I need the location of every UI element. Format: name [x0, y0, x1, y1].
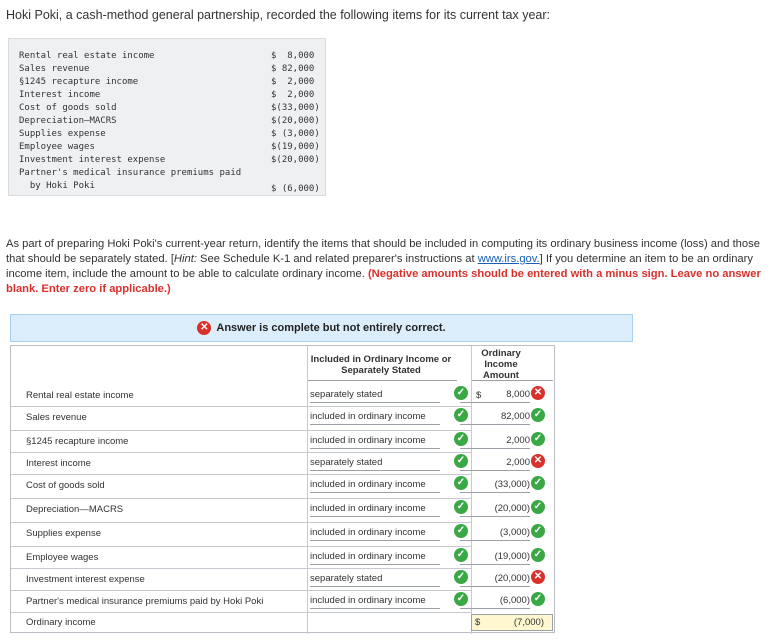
check-icon: ✓ — [531, 548, 545, 562]
row-separator — [11, 612, 471, 613]
classification-select[interactable]: included in ordinary income — [310, 527, 440, 541]
item-value: $ 2,000 — [271, 90, 315, 100]
classification-select[interactable]: included in ordinary income — [310, 411, 440, 425]
item-label: by Hoki Poki — [19, 181, 95, 191]
answer-table: Included in Ordinary Income or Separatel… — [10, 345, 555, 634]
check-icon: ✓ — [531, 432, 545, 446]
x-icon: ✕ — [197, 321, 212, 335]
classification-select[interactable]: included in ordinary income — [310, 503, 440, 517]
row-separator — [11, 430, 471, 431]
classification-select[interactable]: separately stated — [310, 573, 440, 587]
item-label: Partner's medical insurance premiums pai… — [19, 168, 242, 178]
row-label: Investment interest expense — [26, 574, 145, 585]
amount-input[interactable]: (33,000) — [460, 479, 530, 493]
item-value: $(19,000) — [271, 142, 320, 152]
col-header-amount: Ordinary Income Amount — [481, 348, 521, 381]
item-value: $(20,000) — [271, 155, 320, 165]
row-separator — [11, 522, 471, 523]
row-separator — [11, 498, 471, 499]
amount-input[interactable]: 2,000 — [460, 435, 530, 449]
amount-input[interactable]: (3,000) — [460, 527, 530, 541]
row-label: §1245 recapture income — [26, 436, 129, 447]
row-label: Cost of goods sold — [26, 480, 105, 491]
header-underline — [307, 380, 457, 381]
amount-input[interactable]: 82,000 — [460, 411, 530, 425]
item-value: $(33,000) — [271, 103, 320, 113]
total-label: Ordinary income — [26, 617, 96, 628]
check-icon: ✓ — [531, 592, 545, 606]
row-separator — [11, 568, 471, 569]
row-label: Employee wages — [26, 552, 99, 563]
col-header-classification: Included in Ordinary Income or Separatel… — [310, 354, 452, 376]
item-value: $ 2,000 — [271, 77, 315, 87]
classification-select[interactable]: included in ordinary income — [310, 479, 440, 493]
item-label: Employee wages — [19, 142, 95, 152]
item-label: §1245 recapture income — [19, 77, 139, 87]
amount-input[interactable]: (6,000) — [460, 595, 530, 609]
row-separator — [11, 590, 471, 591]
row-separator — [11, 474, 471, 475]
row-label: Rental real estate income — [26, 390, 134, 401]
row-label: Sales revenue — [26, 412, 87, 423]
amount-input[interactable]: (20,000) — [460, 573, 530, 587]
check-icon: ✓ — [531, 476, 545, 490]
instructions: As part of preparing Hoki Poki's current… — [6, 237, 766, 297]
check-icon: ✓ — [531, 408, 545, 422]
item-label: Investment interest expense — [19, 155, 166, 165]
item-label: Sales revenue — [19, 64, 90, 74]
irs-link[interactable]: www.irs.gov. — [478, 253, 540, 265]
total-amount: (7,000) — [513, 617, 544, 628]
classification-select[interactable]: separately stated — [310, 389, 440, 403]
header-underline — [471, 380, 553, 381]
items-data-box: Rental real estate income $ 8,000 Sales re… — [8, 38, 326, 196]
amount-input[interactable]: 2,000 — [460, 457, 530, 471]
row-label: Interest income — [26, 458, 91, 469]
row-label: Depreciation—MACRS — [26, 504, 124, 515]
row-separator — [11, 452, 471, 453]
item-label: Rental real estate income — [19, 51, 155, 61]
row-label: Supplies expense — [26, 528, 101, 539]
amount-input[interactable]: 8,000 — [460, 389, 530, 403]
classification-select[interactable]: separately stated — [310, 457, 440, 471]
item-label: Depreciation—MACRS — [19, 116, 117, 126]
item-label: Supplies expense — [19, 129, 106, 139]
classification-select[interactable]: included in ordinary income — [310, 435, 440, 449]
check-icon: ✓ — [531, 500, 545, 514]
x-icon: ✕ — [531, 570, 545, 584]
item-value: $(20,000) — [271, 116, 320, 126]
answer-status-banner: ✕ Answer is complete but not entirely co… — [10, 314, 633, 342]
hint-label: Hint: — [173, 253, 197, 265]
row-separator — [11, 406, 471, 407]
item-value: $ (3,000) — [271, 129, 320, 139]
amount-input[interactable]: (20,000) — [460, 503, 530, 517]
instructions-text-2: See Schedule K-1 and related preparer's … — [196, 253, 478, 265]
amount-input[interactable]: (19,000) — [460, 551, 530, 565]
classification-select[interactable]: included in ordinary income — [310, 551, 440, 565]
item-value: $ (6,000) — [271, 184, 320, 194]
item-value: $ 8,000 — [271, 51, 315, 61]
item-label: Cost of goods sold — [19, 103, 117, 113]
item-label: Interest income — [19, 90, 101, 100]
total-amount-cell: $ (7,000) — [471, 614, 553, 631]
check-icon: ✓ — [531, 524, 545, 538]
x-icon: ✕ — [531, 386, 545, 400]
classification-select[interactable]: included in ordinary income — [310, 595, 440, 609]
item-value: $ 82,000 — [271, 64, 315, 74]
row-label: Partner's medical insurance premiums pai… — [26, 596, 264, 607]
banner-text: Answer is complete but not entirely corr… — [216, 322, 446, 334]
row-separator — [11, 546, 471, 547]
problem-intro: Hoki Poki, a cash-method general partner… — [6, 8, 551, 22]
x-icon: ✕ — [531, 454, 545, 468]
